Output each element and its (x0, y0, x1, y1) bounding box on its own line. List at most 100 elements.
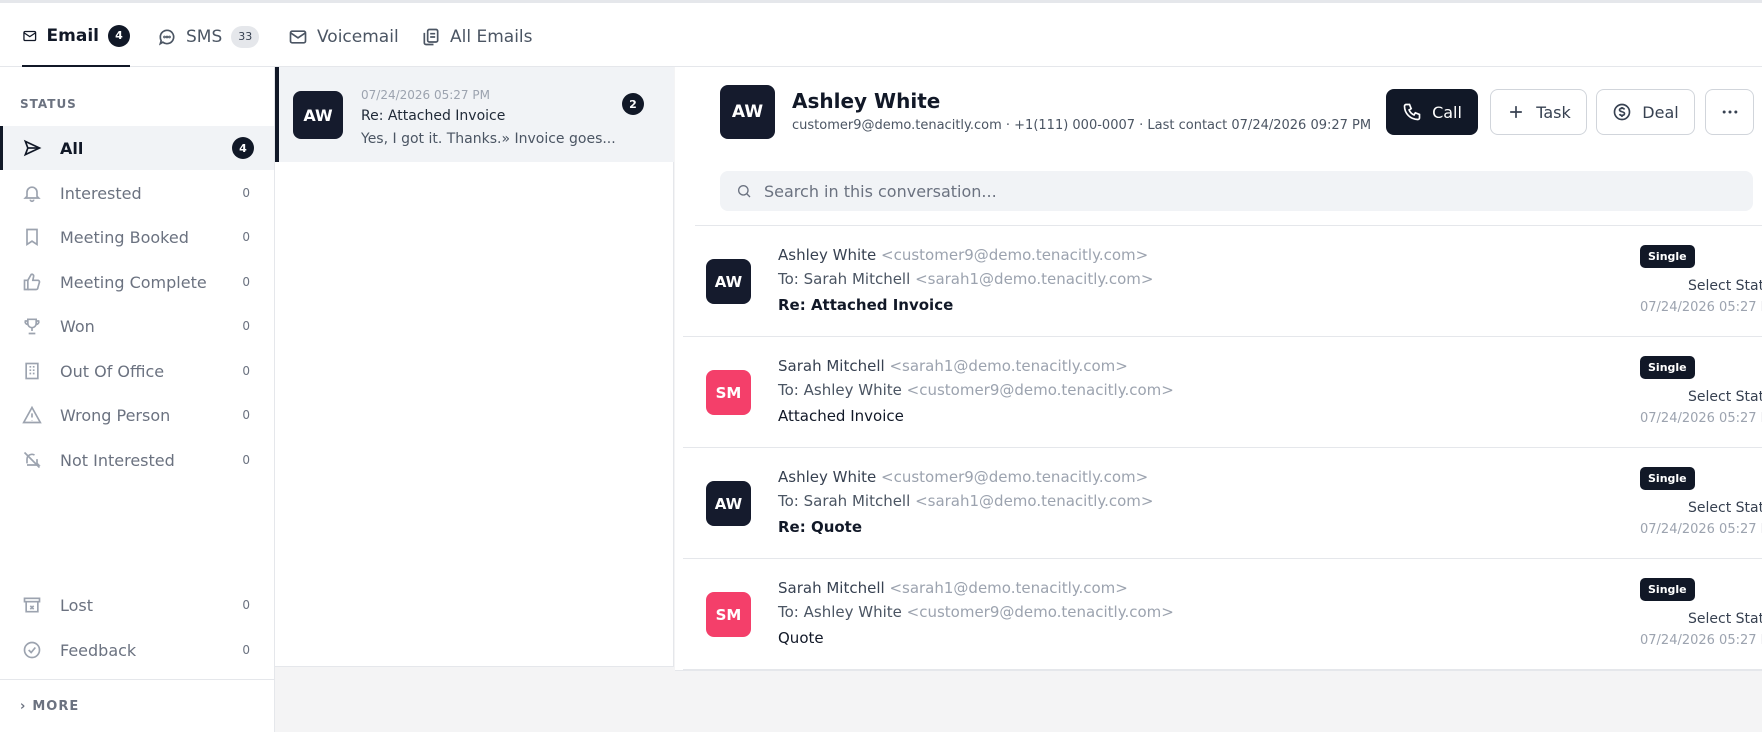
sidebar-item-meeting-complete[interactable]: Meeting Complete 0 (0, 260, 274, 304)
sidebar-item-wrong-person[interactable]: Wrong Person 0 (0, 393, 274, 437)
avatar: SM (706, 592, 751, 637)
more-horizontal-icon (1722, 110, 1737, 114)
status-heading: STATUS (20, 97, 77, 111)
status-select[interactable]: Select Status (1688, 500, 1762, 516)
thread-pane: AW Ashley White customer9@demo.tenacitly… (675, 67, 1762, 671)
conversation-list: AW 07/24/2026 05:27 PM Re: Attached Invo… (275, 67, 674, 667)
message-to: To: Ashley White <customer9@demo.tenacit… (778, 381, 1174, 399)
status-sidebar: STATUS All 4 Interested 0 Meeting Booked… (0, 67, 275, 732)
status-select[interactable]: Select Status (1688, 611, 1762, 627)
message-to: To: Ashley White <customer9@demo.tenacit… (778, 603, 1174, 621)
message-from: Ashley White <customer9@demo.tenacitly.c… (778, 246, 1148, 264)
sidebar-item-label: Feedback (60, 640, 137, 660)
thumbs-up-icon (23, 273, 41, 291)
sidebar-item-interested[interactable]: Interested 0 (0, 171, 274, 215)
tab-count-badge: 4 (108, 24, 130, 47)
tab-voicemail[interactable]: Voicemail (288, 6, 399, 67)
message-date: 07/24/2026 05:27 PM (1640, 300, 1762, 315)
sidebar-item-label: Meeting Complete (60, 272, 207, 292)
warning-icon (22, 405, 42, 424)
copy-mail-icon (423, 28, 439, 45)
message-subject: Quote (778, 629, 824, 647)
type-badge: Single (1640, 245, 1695, 268)
tab-all-emails[interactable]: All Emails (421, 6, 533, 67)
recipient-email: <customer9@demo.tenacitly.com> (906, 603, 1174, 621)
add-deal-button[interactable]: Deal (1596, 89, 1695, 135)
avatar: SM (706, 370, 751, 415)
sidebar-item-not-interested[interactable]: Not Interested 0 (0, 438, 274, 482)
sidebar-item-won[interactable]: Won 0 (0, 304, 274, 348)
recipient-name: To: Sarah Mitchell (778, 492, 911, 510)
sidebar-item-out-of-office[interactable]: Out Of Office 0 (0, 349, 274, 393)
sender-email: <sarah1@demo.tenacitly.com> (889, 357, 1128, 375)
message-row[interactable]: AW Ashley White <customer9@demo.tenacitl… (683, 226, 1762, 337)
recipient-name: To: Ashley White (778, 381, 902, 399)
conversation-search-input[interactable]: Search in this conversation... (720, 171, 1753, 211)
more-options-button[interactable] (1705, 89, 1754, 135)
tab-label: Voicemail (317, 26, 399, 47)
message-row[interactable]: AW Ashley White <customer9@demo.tenacitl… (683, 448, 1762, 559)
contact-meta: customer9@demo.tenacitly.com · +1(111) 0… (792, 118, 1372, 133)
message-row[interactable]: SM Sarah Mitchell <sarah1@demo.tenacitly… (683, 337, 1762, 448)
search-placeholder: Search in this conversation... (764, 181, 997, 201)
sender-email: <sarah1@demo.tenacitly.com> (889, 579, 1128, 597)
message-date: 07/24/2026 05:27 PM (1640, 411, 1762, 426)
plus-icon (1510, 106, 1523, 118)
add-task-button[interactable]: Task (1490, 89, 1587, 135)
sidebar-item-label: Lost (60, 595, 94, 615)
tab-label: Email (46, 25, 99, 46)
archive-icon (23, 597, 41, 613)
sender-email: <customer9@demo.tenacitly.com> (881, 468, 1149, 486)
recipient-name: To: Sarah Mitchell (778, 270, 911, 288)
check-circle-icon (23, 641, 41, 659)
message-from: Sarah Mitchell <sarah1@demo.tenacitly.co… (778, 357, 1128, 375)
sidebar-item-all[interactable]: All 4 (0, 126, 274, 170)
type-badge: Single (1640, 578, 1695, 601)
sidebar-item-count: 0 (242, 408, 250, 422)
more-toggle[interactable]: › MORE (0, 679, 274, 732)
sidebar-item-count: 0 (242, 453, 250, 467)
sender-name: Ashley White (778, 246, 877, 264)
sidebar-item-lost[interactable]: Lost 0 (0, 583, 274, 627)
contact-avatar: AW (720, 85, 775, 139)
sender-name: Ashley White (778, 468, 877, 486)
message-from: Sarah Mitchell <sarah1@demo.tenacitly.co… (778, 579, 1128, 597)
sender-name: Sarah Mitchell (778, 579, 885, 597)
status-select[interactable]: Select Status (1688, 278, 1762, 294)
sender-name: Sarah Mitchell (778, 357, 885, 375)
call-button[interactable]: Call (1386, 89, 1478, 135)
tab-email[interactable]: Email 4 (22, 6, 130, 67)
dollar-circle-icon (1613, 103, 1631, 121)
sidebar-item-count: 0 (242, 319, 250, 333)
bell-icon (23, 186, 41, 203)
avatar: AW (706, 259, 751, 304)
status-select[interactable]: Select Status (1688, 389, 1762, 405)
avatar: AW (706, 481, 751, 526)
message-subject: Re: Attached Invoice (778, 296, 954, 314)
sidebar-item-label: Interested (60, 183, 142, 203)
message-to: To: Sarah Mitchell <sarah1@demo.tenacitl… (778, 270, 1153, 288)
type-badge: Single (1640, 356, 1695, 379)
sidebar-item-label: Not Interested (60, 450, 175, 470)
recipient-email: <sarah1@demo.tenacitly.com> (915, 270, 1154, 288)
trophy-icon (24, 318, 40, 335)
sidebar-item-meeting-booked[interactable]: Meeting Booked 0 (0, 215, 274, 259)
message-subject: Re: Quote (778, 518, 863, 536)
bell-off-icon (23, 451, 41, 469)
conversation-preview: Yes, I got it. Thanks.» Invoice goes... (361, 131, 616, 147)
message-date: 07/24/2026 05:27 PM (1640, 522, 1762, 537)
tab-sms[interactable]: SMS 33 (157, 6, 260, 67)
recipient-name: To: Ashley White (778, 603, 902, 621)
type-badge: Single (1640, 467, 1695, 490)
message-row[interactable]: SM Sarah Mitchell <sarah1@demo.tenacitly… (683, 559, 1762, 670)
avatar: AW (293, 91, 343, 139)
conversation-count-badge: 2 (622, 93, 644, 115)
sidebar-item-feedback[interactable]: Feedback 0 (0, 628, 274, 672)
conversation-subject: Re: Attached Invoice (361, 108, 506, 124)
recipient-email: <customer9@demo.tenacitly.com> (906, 381, 1174, 399)
sidebar-item-label: Won (60, 316, 95, 336)
conversation-date: 07/24/2026 05:27 PM (361, 88, 490, 102)
conversation-item[interactable]: AW 07/24/2026 05:27 PM Re: Attached Invo… (275, 67, 674, 162)
task-label: Task (1536, 102, 1571, 122)
sidebar-item-label: Meeting Booked (60, 227, 189, 247)
